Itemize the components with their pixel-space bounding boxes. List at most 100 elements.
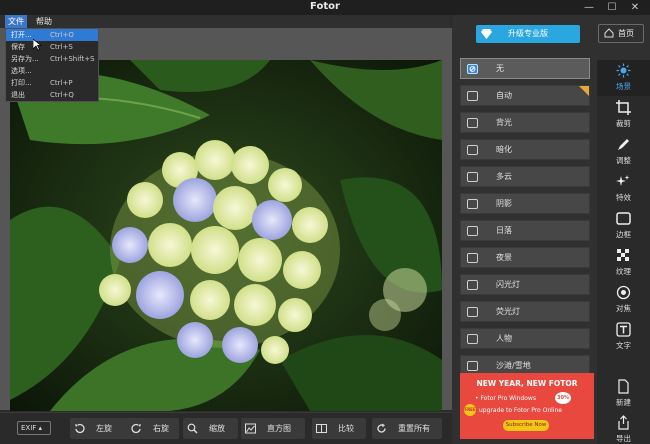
app-title: Fotor	[310, 1, 340, 12]
tool-export[interactable]: 导出	[597, 412, 650, 444]
preset-cloudy[interactable]: 多云	[460, 166, 590, 187]
histogram-icon	[245, 423, 256, 434]
tool-scenes[interactable]: 场景	[597, 60, 650, 96]
night-icon	[467, 253, 478, 263]
preset-none[interactable]: 无	[460, 58, 590, 79]
tool-label: 特效	[616, 193, 631, 202]
minimize-button[interactable]: —	[582, 1, 596, 14]
preset-fluorescent[interactable]: 荧光灯	[460, 301, 590, 322]
rotate-right-icon	[131, 423, 141, 434]
maximize-button[interactable]: ☐	[605, 1, 619, 14]
zoom-icon	[187, 423, 198, 434]
tool-label: 新建	[616, 398, 631, 407]
menu-file[interactable]: 文件	[5, 15, 27, 28]
menu-item-label: 打印...	[11, 79, 32, 87]
tool-new[interactable]: 新建	[597, 376, 650, 412]
promo-line-1: • Fotor Pro Windows	[475, 395, 536, 402]
tool-label: 调整	[616, 156, 631, 165]
tool-label: 对焦	[616, 304, 631, 313]
crop-icon	[616, 100, 631, 115]
tool-frames[interactable]: 边框	[597, 208, 650, 244]
camera-icon	[467, 91, 478, 101]
preset-label: 夜景	[496, 253, 512, 262]
button-label: 左旋	[96, 424, 112, 433]
export-icon	[618, 415, 629, 430]
new-file-icon	[618, 379, 629, 394]
tool-effects[interactable]: 特效	[597, 171, 650, 207]
text-icon	[616, 322, 631, 337]
darken-icon	[467, 145, 478, 155]
menu-help[interactable]: 帮助	[33, 15, 55, 28]
menu-item-save[interactable]: 保存 Ctrl+S	[6, 41, 98, 53]
sun-icon	[616, 63, 631, 78]
preset-backlight[interactable]: 背光	[460, 112, 590, 133]
preset-auto[interactable]: 自动	[460, 85, 590, 106]
subscribe-button[interactable]: Subscribe Now	[503, 420, 549, 431]
preset-label: 背光	[496, 118, 512, 127]
menu-item-shortcut: Ctrl+S	[50, 43, 73, 51]
menu-item-label: 打开...	[11, 31, 32, 39]
beach-snow-icon	[467, 361, 478, 371]
shadow-icon	[467, 199, 478, 209]
exif-button[interactable]: EXIF ▴	[17, 421, 51, 435]
menu-item-save-as[interactable]: 另存为... Ctrl+Shift+S	[6, 53, 98, 65]
preset-label: 闪光灯	[496, 280, 520, 289]
histogram-button[interactable]: 直方图	[241, 418, 305, 439]
preset-portrait[interactable]: 人物	[460, 328, 590, 349]
menu-bar: 文件 帮助	[0, 15, 450, 28]
zoom-button[interactable]: 缩放	[183, 418, 238, 439]
backlight-icon	[467, 118, 478, 128]
tool-label: 导出	[616, 434, 631, 443]
menu-item-exit[interactable]: 退出 Ctrl+Q	[6, 89, 98, 101]
menu-item-shortcut: Ctrl+Shift+S	[50, 55, 95, 63]
preset-darken[interactable]: 暗化	[460, 139, 590, 160]
promo-banner[interactable]: NEW YEAR, NEW FOTOR • Fotor Pro Windows …	[460, 373, 594, 439]
upgrade-pro-button[interactable]: 升级专业版	[476, 25, 580, 43]
compare-button[interactable]: 比较	[312, 418, 366, 439]
tool-label: 边框	[616, 230, 631, 239]
preset-sunset[interactable]: 日落	[460, 220, 590, 241]
menu-item-shortcut: Ctrl+P	[50, 79, 73, 87]
button-label: 右旋	[153, 424, 169, 433]
bottom-toolbar: EXIF ▴ 左旋 右旋 缩放 直方图 比较 重置所有	[0, 412, 452, 444]
texture-icon	[617, 249, 629, 261]
rotate-right-button[interactable]: 右旋	[127, 418, 179, 439]
preset-flash[interactable]: 闪光灯	[460, 274, 590, 295]
home-button[interactable]: 首页	[598, 24, 644, 43]
tool-adjust[interactable]: 调整	[597, 134, 650, 170]
sunset-icon	[467, 226, 478, 236]
promo-line-2: upgrade to Fotor Pro Online	[479, 407, 562, 414]
pencil-icon	[618, 139, 629, 150]
preset-label: 无	[496, 64, 504, 73]
flash-icon	[467, 280, 478, 290]
cloud-icon	[467, 172, 478, 182]
tool-focus[interactable]: 对焦	[597, 282, 650, 318]
preset-label: 阴影	[496, 199, 512, 208]
file-menu-dropdown: 打开... Ctrl+O 保存 Ctrl+S 另存为... Ctrl+Shift…	[5, 28, 99, 102]
mouse-cursor-icon	[33, 39, 42, 51]
fluorescent-icon	[467, 307, 478, 317]
sparkle-icon	[616, 175, 630, 186]
tool-text[interactable]: 文字	[597, 319, 650, 355]
home-icon	[604, 28, 614, 38]
close-button[interactable]: ✕	[628, 1, 642, 14]
side-toolbar: 场景 裁剪 调整 特效 边框 纹理 对焦 文字 新建 导出	[597, 60, 650, 444]
reset-all-button[interactable]: 重置所有	[372, 418, 442, 439]
menu-item-open[interactable]: 打开... Ctrl+O	[6, 29, 98, 41]
preset-label: 日落	[496, 226, 512, 235]
menu-item-print[interactable]: 打印... Ctrl+P	[6, 77, 98, 89]
menu-item-options[interactable]: 选项...	[6, 65, 98, 77]
button-label: 直方图	[267, 424, 291, 433]
frame-icon	[616, 212, 631, 225]
preset-night[interactable]: 夜景	[460, 247, 590, 268]
tool-label: 裁剪	[616, 119, 631, 128]
preset-shadow[interactable]: 阴影	[460, 193, 590, 214]
tool-crop[interactable]: 裁剪	[597, 97, 650, 133]
diamond-icon	[481, 29, 492, 39]
tool-texture[interactable]: 纹理	[597, 245, 650, 281]
tool-label: 场景	[616, 82, 631, 91]
menu-item-label: 另存为...	[11, 55, 39, 63]
preset-label: 自动	[496, 91, 512, 100]
rotate-left-button[interactable]: 左旋	[70, 418, 132, 439]
tool-label: 文字	[616, 341, 631, 350]
